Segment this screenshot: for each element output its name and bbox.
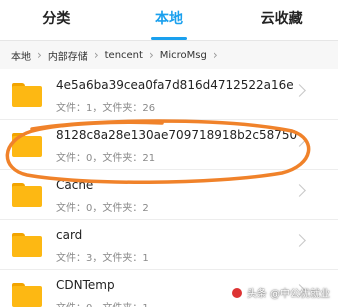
folder-icon [12, 183, 42, 207]
folder-meta: 文件：3，文件夹：1 [56, 253, 149, 264]
folder-name: Cache [56, 178, 94, 192]
folder-name: card [56, 228, 83, 242]
folder-meta: 文件：0，文件夹：21 [56, 153, 156, 164]
folder-name: CDNTemp [56, 278, 115, 292]
folder-row[interactable]: 4e5a6ba39cea0fa7d816d4712522a16e 文件：1，文件… [0, 70, 338, 120]
breadcrumb-item-internal-storage[interactable]: 内部存储 [45, 48, 91, 63]
folder-meta: 文件：1，文件夹：26 [56, 103, 156, 114]
folder-icon [12, 133, 42, 157]
tab-bar: 分类 本地 云收藏 [0, 0, 338, 40]
tab-cloud-favorites[interactable]: 云收藏 [225, 0, 338, 40]
breadcrumb-item-micromsg[interactable]: MicroMsg [157, 50, 210, 61]
chevron-right-icon: › [93, 48, 99, 62]
chevron-right-icon: › [212, 48, 218, 62]
breadcrumb-item-local[interactable]: 本地 [8, 48, 34, 63]
folder-name: 4e5a6ba39cea0fa7d816d4712522a16e [56, 78, 294, 92]
tab-local[interactable]: 本地 [113, 0, 226, 40]
chevron-right-icon: › [37, 48, 42, 62]
folder-row[interactable]: Cache 文件：0，文件夹：2 [0, 170, 338, 220]
breadcrumb: 本地 › 内部存储 › tencent › MicroMsg › [0, 41, 338, 69]
chevron-right-icon [293, 184, 306, 197]
file-list: 4e5a6ba39cea0fa7d816d4712522a16e 文件：1，文件… [0, 70, 338, 307]
folder-icon [12, 83, 42, 107]
folder-meta: 文件：0，文件夹：1 [56, 299, 149, 307]
folder-meta: 文件：0，文件夹：2 [56, 203, 149, 214]
folder-row[interactable]: 8128c8a28e130ae709718918b2c58750 文件：0，文件… [0, 120, 338, 170]
folder-icon [12, 283, 42, 307]
watermark: 头条 @中公优就业 [230, 285, 330, 300]
tab-category[interactable]: 分类 [0, 0, 113, 40]
breadcrumb-item-tencent[interactable]: tencent [102, 50, 146, 61]
folder-icon [12, 233, 42, 257]
watermark-logo-icon [230, 286, 243, 299]
chevron-right-icon [293, 84, 306, 97]
folder-name: 8128c8a28e130ae709718918b2c58750 [56, 128, 298, 142]
chevron-right-icon: › [148, 48, 154, 62]
watermark-text: 头条 @中公优就业 [246, 289, 330, 300]
folder-row[interactable]: card 文件：3，文件夹：1 [0, 220, 338, 270]
chevron-right-icon [293, 234, 306, 247]
